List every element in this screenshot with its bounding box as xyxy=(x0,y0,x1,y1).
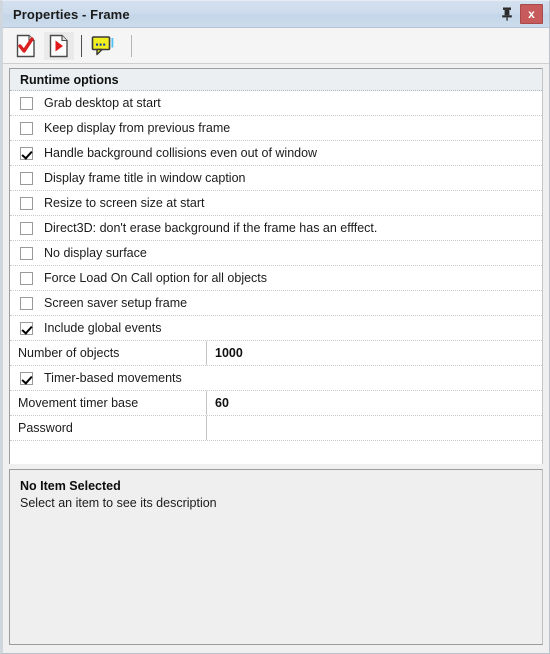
property-row-no-display-surface[interactable]: No display surface xyxy=(10,241,542,266)
property-row-movement-timer-base[interactable]: Movement timer base 60 xyxy=(10,391,542,416)
property-row-include-global-events[interactable]: Include global events xyxy=(10,316,542,341)
checkbox-direct3d-no-erase-background[interactable] xyxy=(19,221,33,235)
property-row-password[interactable]: Password xyxy=(10,416,542,441)
document-play-icon xyxy=(49,34,68,57)
checkbox-grab-desktop-at-start[interactable] xyxy=(19,96,33,110)
group-header-runtime-options: Runtime options xyxy=(10,69,542,91)
checkbox-cell[interactable] xyxy=(10,121,38,135)
number-of-objects-value[interactable]: 1000 xyxy=(207,346,542,360)
auto-hide-pin-button[interactable] xyxy=(495,3,519,25)
property-label: Handle background collisions even out of… xyxy=(44,146,318,160)
toolbar-separator-2 xyxy=(131,34,132,57)
property-label: No display surface xyxy=(44,246,147,260)
property-row-direct3d-no-erase-background[interactable]: Direct3D: don't erase background if the … xyxy=(10,216,542,241)
property-label: Password xyxy=(18,421,73,435)
property-row-number-of-objects[interactable]: Number of objects 1000 xyxy=(10,341,542,366)
description-panel: No Item Selected Select an item to see i… xyxy=(9,469,543,645)
checkbox-cell[interactable] xyxy=(10,146,38,160)
checkbox-cell[interactable] xyxy=(10,321,38,335)
checkbox-cell[interactable] xyxy=(10,296,38,310)
checkbox-cell[interactable] xyxy=(10,96,38,110)
property-row-timer-based-movements[interactable]: Timer-based movements xyxy=(10,366,542,391)
checkbox-cell[interactable] xyxy=(10,246,38,260)
property-row-screen-saver-setup-frame[interactable]: Screen saver setup frame xyxy=(10,291,542,316)
checkbox-timer-based-movements[interactable] xyxy=(19,371,33,385)
close-button[interactable]: x xyxy=(520,4,543,24)
property-label: Direct3D: don't erase background if the … xyxy=(44,221,378,235)
description-subtitle: Select an item to see its description xyxy=(20,496,217,510)
toolbar-separator xyxy=(81,34,82,57)
properties-settings-button[interactable] xyxy=(11,32,41,60)
property-label: Grab desktop at start xyxy=(44,96,161,110)
property-list: Runtime options Grab desktop at start Ke… xyxy=(9,68,543,464)
property-label: Force Load On Call option for all object… xyxy=(44,271,268,285)
property-label: Include global events xyxy=(44,321,162,335)
toolbar xyxy=(3,28,549,64)
column-divider xyxy=(206,416,207,440)
property-row-grab-desktop-at-start[interactable]: Grab desktop at start xyxy=(10,91,542,116)
property-row-handle-background-collisions[interactable]: Handle background collisions even out of… xyxy=(10,141,542,166)
checkbox-force-load-on-call[interactable] xyxy=(19,271,33,285)
checkbox-cell[interactable] xyxy=(10,371,38,385)
property-label: Display frame title in window caption xyxy=(44,171,246,185)
checkbox-screen-saver-setup-frame[interactable] xyxy=(19,296,33,310)
property-row-keep-display-from-previous-frame[interactable]: Keep display from previous frame xyxy=(10,116,542,141)
window-titlebar: Properties - Frame x xyxy=(3,1,549,28)
checkbox-cell[interactable] xyxy=(10,196,38,210)
property-label: Keep display from previous frame xyxy=(44,121,231,135)
properties-description-button[interactable] xyxy=(88,32,118,60)
checkbox-cell[interactable] xyxy=(10,271,38,285)
checkbox-keep-display-from-previous-frame[interactable] xyxy=(19,121,33,135)
property-label: Resize to screen size at start xyxy=(44,196,205,210)
checkbox-cell[interactable] xyxy=(10,171,38,185)
checkbox-cell[interactable] xyxy=(10,221,38,235)
pushpin-icon xyxy=(502,7,512,21)
property-row-force-load-on-call[interactable]: Force Load On Call option for all object… xyxy=(10,266,542,291)
property-row-display-frame-title[interactable]: Display frame title in window caption xyxy=(10,166,542,191)
group-header-label: Runtime options xyxy=(20,72,119,87)
property-label: Timer-based movements xyxy=(44,371,182,385)
page-title: Properties - Frame xyxy=(13,6,130,22)
checkbox-include-global-events[interactable] xyxy=(19,321,33,335)
checkbox-display-frame-title[interactable] xyxy=(19,171,33,185)
document-check-icon xyxy=(16,34,35,57)
properties-frame-window: Properties - Frame x Runtime options Gra… xyxy=(0,0,550,654)
checkbox-no-display-surface[interactable] xyxy=(19,246,33,260)
properties-events-button[interactable] xyxy=(44,31,74,60)
comment-balloon-icon xyxy=(91,35,114,55)
description-title: No Item Selected xyxy=(20,479,121,493)
property-list-empty-area xyxy=(10,441,542,464)
movement-timer-base-value[interactable]: 60 xyxy=(207,396,542,410)
property-label: Screen saver setup frame xyxy=(44,296,188,310)
checkbox-handle-background-collisions[interactable] xyxy=(19,146,33,160)
property-row-resize-to-screen-size[interactable]: Resize to screen size at start xyxy=(10,191,542,216)
property-label: Movement timer base xyxy=(18,396,139,410)
property-label: Number of objects xyxy=(18,346,120,360)
checkbox-resize-to-screen-size[interactable] xyxy=(19,196,33,210)
